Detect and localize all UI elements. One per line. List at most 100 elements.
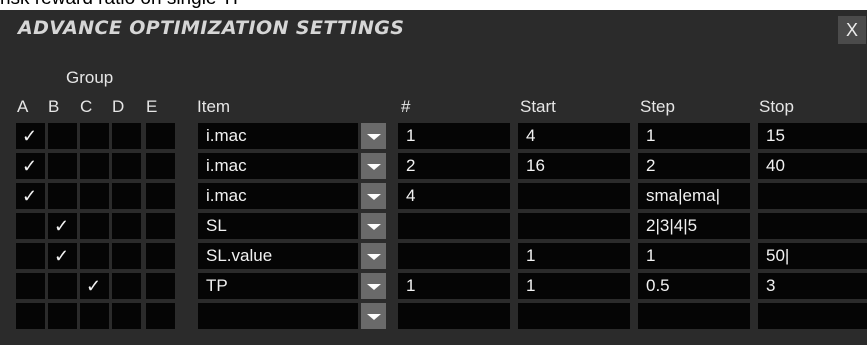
item-field[interactable] xyxy=(198,303,358,329)
group-e-checkbox[interactable] xyxy=(146,243,175,269)
item-field[interactable]: TP xyxy=(198,273,358,299)
settings-row: ✓ SL.value 1 1 50| xyxy=(16,243,867,269)
item-dropdown-arrow-icon[interactable] xyxy=(361,183,386,209)
header-group-c: C xyxy=(80,97,93,116)
step-field[interactable]: 0.5 xyxy=(638,273,750,299)
group-c-checkbox[interactable] xyxy=(80,213,109,239)
step-field[interactable]: 2|3|4|5 xyxy=(638,213,750,239)
group-a-checkbox[interactable]: ✓ xyxy=(16,123,45,149)
group-b-checkbox[interactable] xyxy=(48,273,77,299)
start-field[interactable]: 1 xyxy=(518,273,630,299)
group-b-checkbox[interactable]: ✓ xyxy=(48,243,77,269)
item-dropdown-arrow-icon[interactable] xyxy=(361,213,386,239)
header-start: Start xyxy=(520,97,556,116)
close-button[interactable]: X xyxy=(838,16,866,44)
header-group-a: A xyxy=(17,97,29,116)
group-label: Group xyxy=(66,68,114,87)
settings-row: ✓ i.mac 4 sma|ema| xyxy=(16,183,867,209)
group-e-checkbox[interactable] xyxy=(146,153,175,179)
stop-field[interactable]: 50| xyxy=(758,243,867,269)
number-field[interactable]: 4 xyxy=(398,183,510,209)
stop-field[interactable] xyxy=(758,183,867,209)
group-a-checkbox[interactable]: ✓ xyxy=(16,183,45,209)
header-number: # xyxy=(401,97,411,116)
start-field[interactable]: 1 xyxy=(518,243,630,269)
group-c-checkbox[interactable] xyxy=(80,153,109,179)
group-d-checkbox[interactable] xyxy=(112,303,141,329)
step-field[interactable]: 2 xyxy=(638,153,750,179)
group-a-checkbox[interactable] xyxy=(16,213,45,239)
group-c-checkbox[interactable] xyxy=(80,123,109,149)
number-field[interactable] xyxy=(398,303,510,329)
stop-field[interactable]: 40 xyxy=(758,153,867,179)
start-field[interactable] xyxy=(518,213,630,239)
item-dropdown-arrow-icon[interactable] xyxy=(361,153,386,179)
step-field[interactable]: 1 xyxy=(638,123,750,149)
item-dropdown-arrow-icon[interactable] xyxy=(361,243,386,269)
item-field[interactable]: i.mac xyxy=(198,123,358,149)
header-group-e: E xyxy=(146,97,158,116)
settings-row: ✓ SL 2|3|4|5 xyxy=(16,213,867,239)
start-field[interactable]: 16 xyxy=(518,153,630,179)
number-field[interactable]: 2 xyxy=(398,153,510,179)
item-field[interactable]: i.mac xyxy=(198,183,358,209)
header-step: Step xyxy=(640,97,675,116)
group-d-checkbox[interactable] xyxy=(112,273,141,299)
group-d-checkbox[interactable] xyxy=(112,213,141,239)
number-field[interactable] xyxy=(398,213,510,239)
number-field[interactable]: 1 xyxy=(398,123,510,149)
start-field[interactable] xyxy=(518,303,630,329)
item-dropdown-arrow-icon[interactable] xyxy=(361,273,386,299)
stop-field[interactable] xyxy=(758,213,867,239)
settings-row xyxy=(16,303,867,329)
number-field[interactable]: 1 xyxy=(398,273,510,299)
settings-grid: ✓ i.mac 1 4 1 15 ✓ i.mac 2 16 2 40 ✓ i.m… xyxy=(16,123,867,345)
stop-field[interactable]: 3 xyxy=(758,273,867,299)
step-field[interactable] xyxy=(638,303,750,329)
header-stop: Stop xyxy=(759,97,794,116)
group-e-checkbox[interactable] xyxy=(146,213,175,239)
group-b-checkbox[interactable] xyxy=(48,303,77,329)
settings-row: ✓ TP 1 1 0.5 3 xyxy=(16,273,867,299)
settings-row: ✓ i.mac 1 4 1 15 xyxy=(16,123,867,149)
dialog-title: ADVANCE OPTIMIZATION SETTINGS xyxy=(18,17,405,39)
group-c-checkbox[interactable] xyxy=(80,243,109,269)
header-item: Item xyxy=(197,97,231,116)
group-a-checkbox[interactable] xyxy=(16,273,45,299)
start-field[interactable] xyxy=(518,183,630,209)
header-group-d: D xyxy=(112,97,125,116)
group-a-checkbox[interactable] xyxy=(16,243,45,269)
group-b-checkbox[interactable]: ✓ xyxy=(48,213,77,239)
group-a-checkbox[interactable] xyxy=(16,303,45,329)
group-e-checkbox[interactable] xyxy=(146,123,175,149)
group-b-checkbox[interactable] xyxy=(48,123,77,149)
step-field[interactable]: 1 xyxy=(638,243,750,269)
group-b-checkbox[interactable] xyxy=(48,153,77,179)
number-field[interactable] xyxy=(398,243,510,269)
group-e-checkbox[interactable] xyxy=(146,273,175,299)
step-field[interactable]: sma|ema| xyxy=(638,183,750,209)
group-c-checkbox[interactable]: ✓ xyxy=(80,273,109,299)
stop-field[interactable] xyxy=(758,303,867,329)
header-group-b: B xyxy=(48,97,60,116)
group-d-checkbox[interactable] xyxy=(112,183,141,209)
item-field[interactable]: SL xyxy=(198,213,358,239)
dialog-titlebar: ADVANCE OPTIMIZATION SETTINGS X xyxy=(0,10,867,50)
item-dropdown-arrow-icon[interactable] xyxy=(361,303,386,329)
group-d-checkbox[interactable] xyxy=(112,243,141,269)
group-b-checkbox[interactable] xyxy=(48,183,77,209)
settings-row: ✓ i.mac 2 16 2 40 xyxy=(16,153,867,179)
advance-optimization-dialog: ADVANCE OPTIMIZATION SETTINGS X Group A … xyxy=(0,10,867,345)
start-field[interactable]: 4 xyxy=(518,123,630,149)
item-dropdown-arrow-icon[interactable] xyxy=(361,123,386,149)
item-field[interactable]: SL.value xyxy=(198,243,358,269)
group-e-checkbox[interactable] xyxy=(146,183,175,209)
item-field[interactable]: i.mac xyxy=(198,153,358,179)
group-c-checkbox[interactable] xyxy=(80,303,109,329)
group-a-checkbox[interactable]: ✓ xyxy=(16,153,45,179)
group-d-checkbox[interactable] xyxy=(112,123,141,149)
group-c-checkbox[interactable] xyxy=(80,183,109,209)
group-d-checkbox[interactable] xyxy=(112,153,141,179)
stop-field[interactable]: 15 xyxy=(758,123,867,149)
group-e-checkbox[interactable] xyxy=(146,303,175,329)
